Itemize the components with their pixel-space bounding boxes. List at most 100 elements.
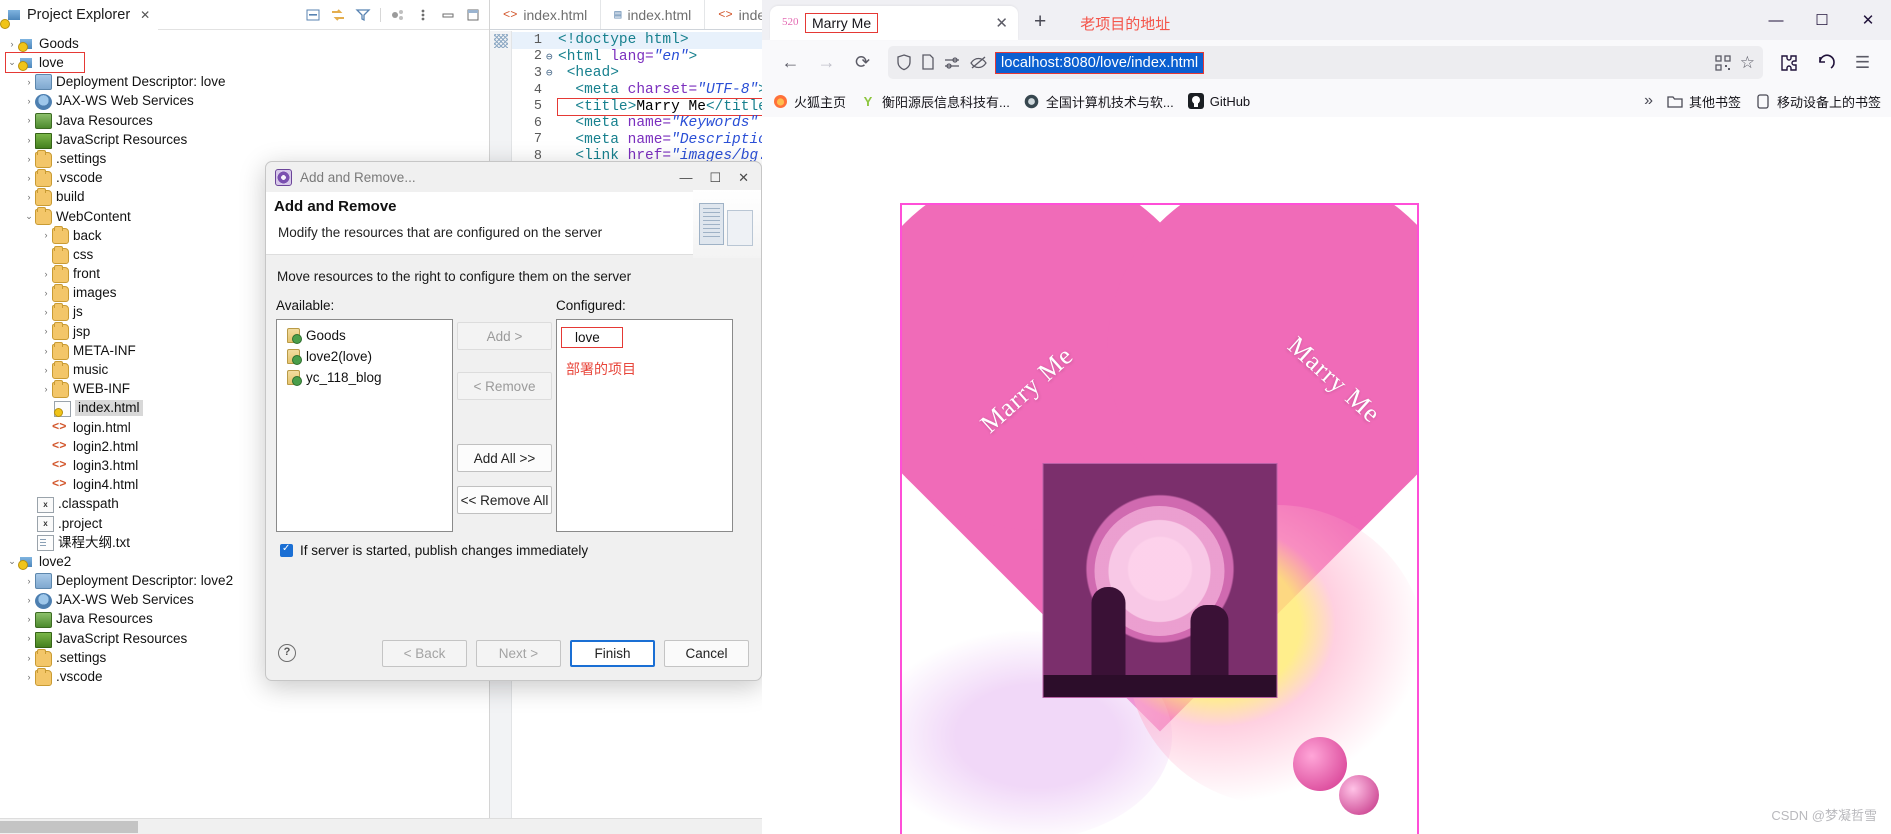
- minimize-icon[interactable]: [440, 7, 456, 23]
- publish-immediately-checkbox[interactable]: [280, 543, 293, 557]
- focus-on-active-task-icon[interactable]: [390, 7, 406, 23]
- available-list-item[interactable]: Goods: [281, 325, 448, 346]
- collapse-all-icon[interactable]: [305, 7, 321, 23]
- chevron-right-icon[interactable]: ›: [40, 288, 52, 298]
- tree-item-deployment-descriptor-love[interactable]: › Deployment Descriptor: love: [0, 72, 489, 91]
- help-icon[interactable]: ?: [278, 644, 296, 662]
- address-bar[interactable]: localhost:8080/love/index.html ☆: [888, 46, 1763, 79]
- configured-listbox[interactable]: love 部署的项目: [556, 319, 733, 532]
- new-tab-button[interactable]: +: [1034, 10, 1046, 34]
- configured-list-item[interactable]: love: [561, 326, 623, 348]
- close-icon[interactable]: ✕: [738, 171, 749, 184]
- link-with-editor-icon[interactable]: [330, 7, 346, 23]
- next-button[interactable]: Next >: [476, 639, 561, 667]
- minimize-icon[interactable]: —: [1753, 0, 1799, 40]
- chevron-right-icon[interactable]: ›: [40, 230, 52, 240]
- reader-page-icon[interactable]: [921, 54, 935, 71]
- tree-item-javascript-resources[interactable]: › JavaScript Resources: [0, 130, 489, 150]
- bookmark-mobile-bookmarks[interactable]: 移动设备上的书签: [1755, 92, 1881, 111]
- qr-code-icon[interactable]: [1715, 54, 1731, 71]
- back-icon[interactable]: ←: [774, 46, 807, 79]
- url-annotation: 老项目的地址: [1080, 16, 1171, 33]
- add-all-button[interactable]: Add All >>: [457, 444, 552, 472]
- cancel-button[interactable]: Cancel: [664, 639, 749, 667]
- finish-button[interactable]: Finish: [570, 639, 655, 667]
- chevron-right-icon[interactable]: ›: [40, 384, 52, 394]
- permissions-icon[interactable]: [944, 56, 961, 70]
- tree-item-label: .vscode: [56, 170, 103, 186]
- project-explorer-tab[interactable]: Project Explorer ✕: [0, 0, 159, 30]
- chevron-right-icon[interactable]: ›: [23, 115, 35, 125]
- view-menu-icon[interactable]: [415, 7, 431, 23]
- forward-icon[interactable]: →: [810, 46, 843, 79]
- bookmarks-overflow-button[interactable]: »: [1644, 92, 1653, 110]
- app-menu-icon[interactable]: ☰: [1846, 46, 1879, 79]
- tree-item-label: Deployment Descriptor: love2: [56, 573, 234, 589]
- chevron-right-icon[interactable]: ›: [40, 269, 52, 279]
- close-icon[interactable]: ✕: [140, 8, 150, 22]
- available-listbox[interactable]: Goods love2(love) yc_118_blog: [276, 319, 453, 532]
- chevron-right-icon[interactable]: ›: [23, 96, 35, 106]
- browser-tab-marry-me[interactable]: 520 Marry Me ✕: [770, 6, 1018, 40]
- reload-icon[interactable]: ⟳: [846, 46, 879, 79]
- undo-icon[interactable]: [1809, 46, 1842, 79]
- shield-icon[interactable]: [896, 54, 912, 71]
- dialog-banner-image: [693, 190, 761, 258]
- editor-tab-0[interactable]: <> index.html: [490, 0, 602, 29]
- bookmark-firefox-home[interactable]: 火狐主页: [772, 92, 846, 111]
- add-button[interactable]: Add >: [457, 322, 552, 350]
- minimize-icon[interactable]: —: [679, 171, 692, 184]
- remove-all-button[interactable]: << Remove All: [457, 486, 552, 514]
- chevron-right-icon[interactable]: ›: [23, 154, 35, 164]
- close-tab-icon[interactable]: ✕: [995, 14, 1008, 32]
- dialog-titlebar[interactable]: Add and Remove... — ☐ ✕: [266, 162, 761, 192]
- close-icon[interactable]: ✕: [1845, 0, 1891, 40]
- chevron-right-icon[interactable]: ›: [23, 672, 35, 682]
- bookmark-github[interactable]: GitHub: [1187, 93, 1250, 109]
- tree-item-label: .project: [58, 515, 103, 531]
- editor-tab-1[interactable]: ▤ index.html: [601, 0, 706, 29]
- chevron-right-icon[interactable]: ›: [40, 346, 52, 356]
- html-icon: <>: [52, 419, 67, 434]
- extensions-icon[interactable]: [1772, 46, 1805, 79]
- chevron-right-icon[interactable]: ›: [23, 633, 35, 643]
- maximize-icon[interactable]: ☐: [1799, 0, 1845, 40]
- tree-item-java-resources[interactable]: › Java Resources: [0, 111, 489, 130]
- chevron-right-icon[interactable]: ›: [23, 135, 35, 145]
- chevron-right-icon[interactable]: ›: [40, 307, 52, 317]
- tree-item-label: login.html: [73, 419, 131, 435]
- chevron-right-icon[interactable]: ›: [23, 192, 35, 202]
- chevron-right-icon[interactable]: ›: [23, 653, 35, 663]
- view-filter-icon[interactable]: [355, 7, 371, 23]
- fold-toggle-icon[interactable]: ⊖: [546, 66, 558, 80]
- chevron-right-icon[interactable]: ›: [23, 173, 35, 183]
- chevron-right-icon[interactable]: ›: [23, 614, 35, 624]
- tracking-protection-off-icon[interactable]: [970, 55, 987, 70]
- tree-item-jax-ws-web-services[interactable]: › JAX-WS Web Services: [0, 92, 489, 111]
- publish-immediately-checkbox-row[interactable]: If server is started, publish changes im…: [280, 543, 751, 558]
- remove-button[interactable]: < Remove: [457, 372, 552, 400]
- tree-item-goods[interactable]: › Goods: [0, 34, 489, 53]
- available-list-item[interactable]: love2(love): [281, 346, 448, 367]
- chevron-right-icon[interactable]: ›: [23, 77, 35, 87]
- back-button[interactable]: < Back: [382, 639, 467, 667]
- chevron-right-icon[interactable]: ›: [40, 326, 52, 336]
- available-list-item[interactable]: yc_118_blog: [281, 367, 448, 388]
- tree-item-love[interactable]: ⌄ love: [0, 52, 489, 74]
- chevron-right-icon[interactable]: ›: [6, 39, 18, 49]
- scrollbar-thumb[interactable]: [0, 821, 138, 833]
- url-text[interactable]: localhost:8080/love/index.html: [994, 51, 1205, 74]
- chevron-down-icon[interactable]: ⌄: [23, 211, 35, 222]
- bookmark-hengyang[interactable]: Y 衡阳源辰信息科技有...: [860, 92, 1010, 111]
- bookmark-other-bookmarks[interactable]: 其他书签: [1667, 92, 1741, 111]
- bookmark-star-icon[interactable]: ☆: [1740, 53, 1755, 73]
- chevron-right-icon[interactable]: ›: [23, 576, 35, 586]
- maximize-icon[interactable]: [465, 7, 481, 23]
- chevron-right-icon[interactable]: ›: [23, 595, 35, 605]
- maximize-icon[interactable]: ☐: [709, 171, 721, 184]
- project-explorer-toolbar: [305, 0, 485, 30]
- chevron-right-icon[interactable]: ›: [40, 365, 52, 375]
- fold-toggle-icon[interactable]: ⊖: [546, 50, 558, 64]
- bookmark-exam[interactable]: 全国计算机技术与软...: [1024, 92, 1174, 111]
- chevron-down-icon[interactable]: ⌄: [6, 556, 18, 567]
